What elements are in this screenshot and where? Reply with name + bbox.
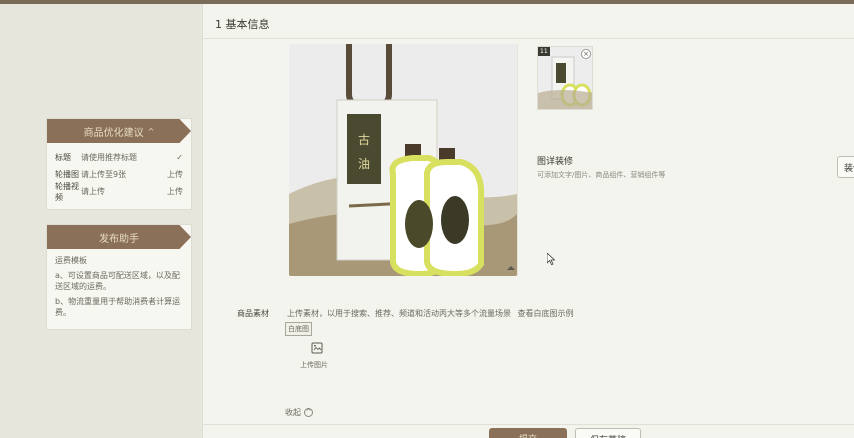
submit-button[interactable]: 提交 xyxy=(489,428,567,438)
chevron-up-icon: ^ xyxy=(304,408,313,417)
collapse-toggle[interactable]: 收起 ^ xyxy=(285,407,313,418)
publish-assistant-line: a、可设置商品可配送区域，以及配送区域的运费。 xyxy=(55,271,180,291)
upload-link[interactable]: 上传 xyxy=(163,169,183,180)
footer-divider xyxy=(203,424,854,425)
detail-decoration-heading: 图详装修 xyxy=(537,157,574,167)
collapse-label: 收起 xyxy=(285,408,301,417)
product-photo: 古 油 xyxy=(289,44,517,276)
optimization-item-value: 请上传至9张 xyxy=(81,170,127,179)
image-divider xyxy=(517,44,518,276)
decorate-button[interactable]: 装修 xyxy=(837,156,854,178)
upload-link[interactable]: 上传 xyxy=(163,186,183,197)
publish-assistant-line: b、物流重量用于帮助消费者计算运费。 xyxy=(55,297,181,317)
main-form: 1 基本信息 古 油 11 × 图详装修 可添加文字/图片、商品组件、营销组件等… xyxy=(202,4,854,438)
material-description: 上传素材，以用于搜索、推荐、频道和活动丙大等多个流量场景 查看白底图示例 xyxy=(287,308,574,319)
optimization-panel-title: 商品优化建议 xyxy=(83,127,144,139)
optimization-item-value: 请上传 xyxy=(81,187,105,196)
carousel-thumbnail[interactable]: 11 × xyxy=(537,46,593,110)
publish-assistant-panel: 发布助手 运费模板 a、可设置商品可配送区域，以及配送区域的运费。 b、物流重量… xyxy=(46,224,192,330)
detail-decoration-sub: 可添加文字/图片、商品组件、营销组件等 xyxy=(537,171,666,179)
publish-assistant-header[interactable]: 发布助手 xyxy=(47,225,191,249)
white-bg-example-link[interactable]: 查看白底图示例 xyxy=(518,309,574,318)
section-title: 1 基本信息 xyxy=(215,18,270,31)
material-label: 商品素材 xyxy=(237,309,269,318)
check-icon: ✓ xyxy=(176,153,183,162)
optimization-item-key: 标题 xyxy=(55,153,71,162)
section-divider xyxy=(203,38,854,39)
left-rail xyxy=(0,4,202,438)
material-desc-text: 上传素材，以用于搜索、推荐、频道和活动丙大等多个流量场景 xyxy=(287,309,511,318)
thumbnail-badge: 11 xyxy=(538,47,550,56)
upload-image-label[interactable]: 上传图片 xyxy=(300,360,328,370)
image-upload-icon[interactable] xyxy=(311,342,323,354)
publish-assistant-heading: 运费模板 xyxy=(55,256,87,265)
svg-text:油: 油 xyxy=(358,157,370,171)
optimization-panel-header[interactable]: 商品优化建议 ^ xyxy=(47,119,191,143)
optimization-panel: 商品优化建议 ^ 标题 请使用推荐标题 ✓ 轮播图 请上传至9张 上传 轮播视频… xyxy=(46,118,192,210)
white-background-tag: 白底图 xyxy=(285,322,312,336)
optimization-item-title: 标题 请使用推荐标题 ✓ xyxy=(47,149,191,166)
optimization-item-key: 轮播图 xyxy=(55,170,79,179)
product-main-image[interactable]: 古 油 xyxy=(289,44,517,276)
save-draft-button[interactable]: 保存草稿 xyxy=(575,428,641,438)
publish-assistant-title: 发布助手 xyxy=(99,233,139,245)
optimization-item-value[interactable]: 请使用推荐标题 xyxy=(81,152,163,163)
publish-assistant-body: 运费模板 a、可设置商品可配送区域，以及配送区域的运费。 b、物流重量用于帮助消… xyxy=(47,249,191,328)
optimization-item-key: 轮播视频 xyxy=(55,181,79,202)
svg-text:古: 古 xyxy=(358,132,370,147)
close-icon[interactable]: × xyxy=(581,49,591,59)
optimization-item-video: 轮播视频 请上传 上传 xyxy=(47,181,191,202)
mouse-cursor-icon xyxy=(547,253,555,265)
chevron-up-icon[interactable]: ^ xyxy=(148,127,155,136)
